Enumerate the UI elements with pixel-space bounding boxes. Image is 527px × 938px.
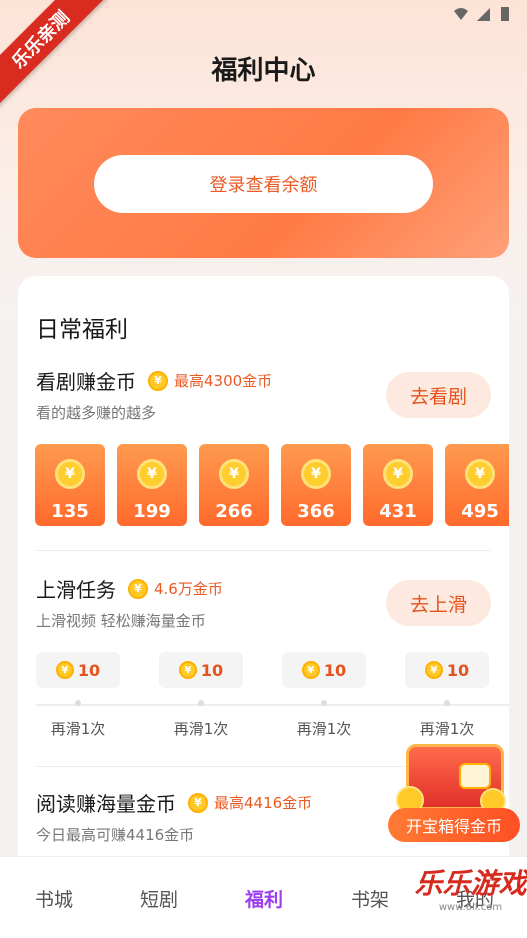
swipe-step: ¥10 再滑1次 [153, 652, 249, 739]
swipe-step-label: 再滑1次 [173, 720, 229, 738]
swipe-step-amount: 10 [446, 660, 470, 680]
coin-icon: ¥ [188, 792, 208, 813]
tab-welfare[interactable]: 福利 [229, 885, 299, 912]
reward-tile-value: 431 [379, 501, 417, 522]
reward-tile[interactable]: ¥135 [35, 444, 105, 526]
coin-icon: ¥ [383, 459, 413, 489]
swipe-step: ¥10 再滑1次 [30, 652, 126, 739]
page-title: 福利中心 [211, 56, 316, 86]
swipe-task-reward: 4.6万金币 [154, 580, 223, 598]
coin-icon: ¥ [219, 459, 249, 489]
reward-tile[interactable]: ¥431 [363, 444, 433, 526]
read-task-reward: 最高4416金币 [214, 794, 313, 812]
balance-card: 登录查看余额 [18, 108, 509, 258]
site-watermark: 乐乐游戏 www.6ll.com [414, 862, 527, 938]
swipe-step-amount: 10 [200, 660, 224, 680]
swipe-step-amount: 10 [77, 660, 101, 680]
coin-icon: ¥ [137, 459, 167, 489]
tab-bookshelf[interactable]: 书架 [335, 885, 405, 912]
read-task-header: 阅读赚海量金币 ¥ 最高4416金币 [36, 788, 312, 817]
progress-dot [75, 700, 81, 706]
reward-tile-value: 495 [461, 501, 499, 522]
swipe-step-reward: ¥10 [159, 652, 243, 688]
reward-tile-value: 199 [133, 501, 171, 522]
status-bar [453, 6, 513, 22]
progress-dot [321, 700, 327, 706]
coin-icon: ¥ [424, 661, 443, 679]
reward-tile-value: 366 [297, 501, 335, 522]
swipe-task-name: 上滑任务 [36, 578, 116, 602]
swipe-step-label: 再滑1次 [50, 720, 106, 738]
read-task-desc: 今日最高可赚4416金币 [36, 826, 195, 844]
reward-tile[interactable]: ¥366 [281, 444, 351, 526]
reward-tile[interactable]: ¥199 [117, 444, 187, 526]
swipe-step: ¥10 再滑1次 [399, 652, 495, 739]
coin-icon: ¥ [128, 578, 148, 599]
watch-task-desc: 看的越多赚的越多 [36, 404, 157, 422]
watermark-title: 乐乐游戏 [414, 867, 527, 900]
coin-icon: ¥ [301, 459, 331, 489]
swipe-task-header: 上滑任务 ¥ 4.6万金币 [36, 574, 223, 603]
treasure-chest-widget[interactable]: 开宝箱得金币 [388, 738, 520, 842]
coin-icon: ¥ [55, 661, 74, 679]
watch-reward-row[interactable]: ¥135 ¥199 ¥266 ¥366 ¥431 ¥495 [35, 444, 509, 528]
watch-task-header: 看剧赚金币 ¥ 最高4300金币 [36, 366, 272, 395]
watermark-url: www.6ll.com [438, 902, 503, 913]
coin-icon: ¥ [465, 459, 495, 489]
swipe-task-desc: 上滑视频 轻松赚海量金币 [36, 612, 206, 630]
lock-icon [459, 763, 491, 789]
swipe-step-amount: 10 [323, 660, 347, 680]
coin-icon: ¥ [148, 370, 168, 391]
coin-icon: ¥ [55, 459, 85, 489]
divider [36, 550, 491, 551]
wifi-icon [454, 8, 468, 20]
tab-bookstore[interactable]: 书城 [19, 885, 89, 912]
reward-tile[interactable]: ¥266 [199, 444, 269, 526]
progress-dot [444, 700, 450, 706]
swipe-step: ¥10 再滑1次 [276, 652, 372, 739]
swipe-step-label: 再滑1次 [419, 720, 475, 738]
read-task-name: 阅读赚海量金币 [36, 792, 176, 816]
open-treasure-button[interactable]: 开宝箱得金币 [388, 808, 520, 842]
battery-icon [501, 7, 509, 21]
coin-icon: ¥ [301, 661, 320, 679]
signal-icon [477, 8, 490, 21]
login-view-balance-button[interactable]: 登录查看余额 [94, 155, 433, 213]
go-swipe-button[interactable]: 去上滑 [386, 580, 491, 626]
coin-icon: ¥ [178, 661, 197, 679]
tab-short-drama[interactable]: 短剧 [124, 885, 194, 912]
reward-tile[interactable]: ¥495 [445, 444, 509, 526]
watch-task-name: 看剧赚金币 [36, 370, 136, 394]
swipe-step-reward: ¥10 [36, 652, 120, 688]
section-title: 日常福利 [36, 317, 128, 343]
swipe-step-reward: ¥10 [405, 652, 489, 688]
progress-dot [198, 700, 204, 706]
reward-tile-value: 135 [51, 501, 89, 522]
swipe-progress-row: ¥10 再滑1次 ¥10 再滑1次 ¥10 再滑1次 ¥10 再滑1次 [18, 652, 509, 748]
reward-tile-value: 266 [215, 501, 253, 522]
swipe-step-reward: ¥10 [282, 652, 366, 688]
go-watch-button[interactable]: 去看剧 [386, 372, 491, 418]
watch-task-reward: 最高4300金币 [174, 372, 273, 390]
swipe-step-label: 再滑1次 [296, 720, 352, 738]
